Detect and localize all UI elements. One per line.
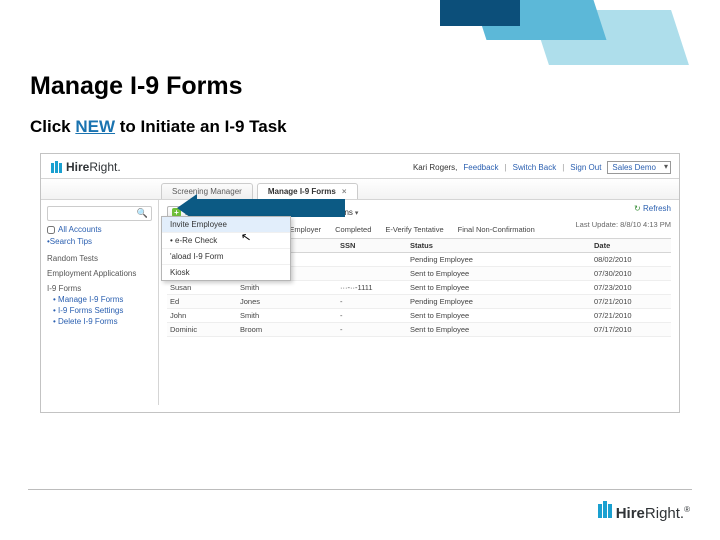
- app-screenshot: HireRight. Kari Rogers, Feedback| Switch…: [40, 153, 680, 413]
- footer-brand-logo: HireRight.®: [598, 501, 690, 522]
- app-header: HireRight. Kari Rogers, Feedback| Switch…: [41, 154, 679, 179]
- search-tips-link[interactable]: •Search Tips: [47, 237, 152, 246]
- brand-text: HireRight.: [66, 160, 121, 174]
- table-row[interactable]: JohnSmith-Sent to Employee07/21/2010: [167, 309, 671, 323]
- logo-bars-icon: [51, 161, 62, 173]
- tab-screening-manager[interactable]: Screening Manager: [161, 183, 253, 199]
- sidebar: 🔍 All Accounts •Search Tips Random Tests…: [41, 200, 159, 405]
- col-status[interactable]: Status: [410, 241, 594, 250]
- col-ssn[interactable]: SSN: [340, 241, 410, 250]
- brand-logo: HireRight.: [51, 160, 121, 174]
- col-date[interactable]: Date: [594, 241, 668, 250]
- menu-item-invite-employee[interactable]: Invite Employee: [162, 217, 290, 233]
- search-icon: 🔍: [137, 208, 148, 219]
- header-decoration: [400, 0, 680, 60]
- instruction-suffix: to Initiate an I-9 Task: [115, 117, 287, 136]
- current-user: Kari Rogers,: [413, 163, 457, 172]
- table-row[interactable]: EdJones-Pending Employee07/21/2010: [167, 295, 671, 309]
- sidebar-manage-i9[interactable]: • Manage I-9 Forms: [53, 295, 152, 304]
- sidebar-emp-apps[interactable]: Employment Applications: [47, 269, 152, 278]
- sidebar-i9-settings[interactable]: • I-9 Forms Settings: [53, 306, 152, 315]
- menu-item-upload-i9[interactable]: 'aload I-9 Form: [162, 249, 290, 265]
- main-panel: + New▼ ss 60 days ▾ More Options Refresh…: [159, 200, 679, 405]
- filter-tentative[interactable]: E-Verify Tentative: [385, 225, 443, 234]
- menu-item-kiosk[interactable]: Kiosk: [162, 265, 290, 280]
- sign-out-link[interactable]: Sign Out: [570, 163, 601, 172]
- table-row[interactable]: DominicBroom-Sent to Employee07/17/2010: [167, 323, 671, 337]
- instruction-prefix: Click: [30, 117, 75, 136]
- all-accounts-checkbox[interactable]: All Accounts: [47, 225, 152, 234]
- slide-title: Manage I-9 Forms: [30, 72, 690, 101]
- last-update: Last Update: 8/8/10 4:13 PM: [576, 220, 672, 229]
- close-icon[interactable]: ×: [342, 187, 347, 196]
- callout-arrow: [195, 199, 345, 217]
- menu-item-verify-check[interactable]: • e-Re Check: [162, 233, 290, 249]
- logo-bars-icon: [598, 501, 612, 518]
- search-input[interactable]: 🔍: [47, 206, 152, 221]
- filter-completed[interactable]: Completed: [335, 225, 371, 234]
- sidebar-delete-i9[interactable]: • Delete I-9 Forms: [53, 317, 152, 326]
- sidebar-random-tests[interactable]: Random Tests: [47, 254, 152, 263]
- sidebar-i9-forms[interactable]: I-9 Forms: [47, 284, 152, 293]
- tab-manage-i9[interactable]: Manage I-9 Forms×: [257, 183, 358, 199]
- filter-final[interactable]: Final Non-Confirmation: [458, 225, 535, 234]
- new-dropdown-menu: Invite Employee • e-Re Check 'aload I-9 …: [161, 216, 291, 281]
- switch-back-link[interactable]: Switch Back: [513, 163, 557, 172]
- table-row[interactable]: SusanSmith···-··-1111Sent to Employee07/…: [167, 281, 671, 295]
- feedback-link[interactable]: Feedback: [463, 163, 498, 172]
- instruction-keyword: NEW: [75, 117, 115, 136]
- footer-divider: [28, 489, 692, 490]
- slide-instruction: Click NEW to Initiate an I-9 Task: [30, 117, 690, 137]
- header-right: Kari Rogers, Feedback| Switch Back| Sign…: [413, 161, 671, 174]
- refresh-link[interactable]: Refresh: [634, 204, 671, 213]
- cursor-icon: ↖: [240, 229, 252, 245]
- account-select[interactable]: Sales Demo: [607, 161, 671, 174]
- tab-bar: Screening Manager Manage I-9 Forms×: [41, 179, 679, 200]
